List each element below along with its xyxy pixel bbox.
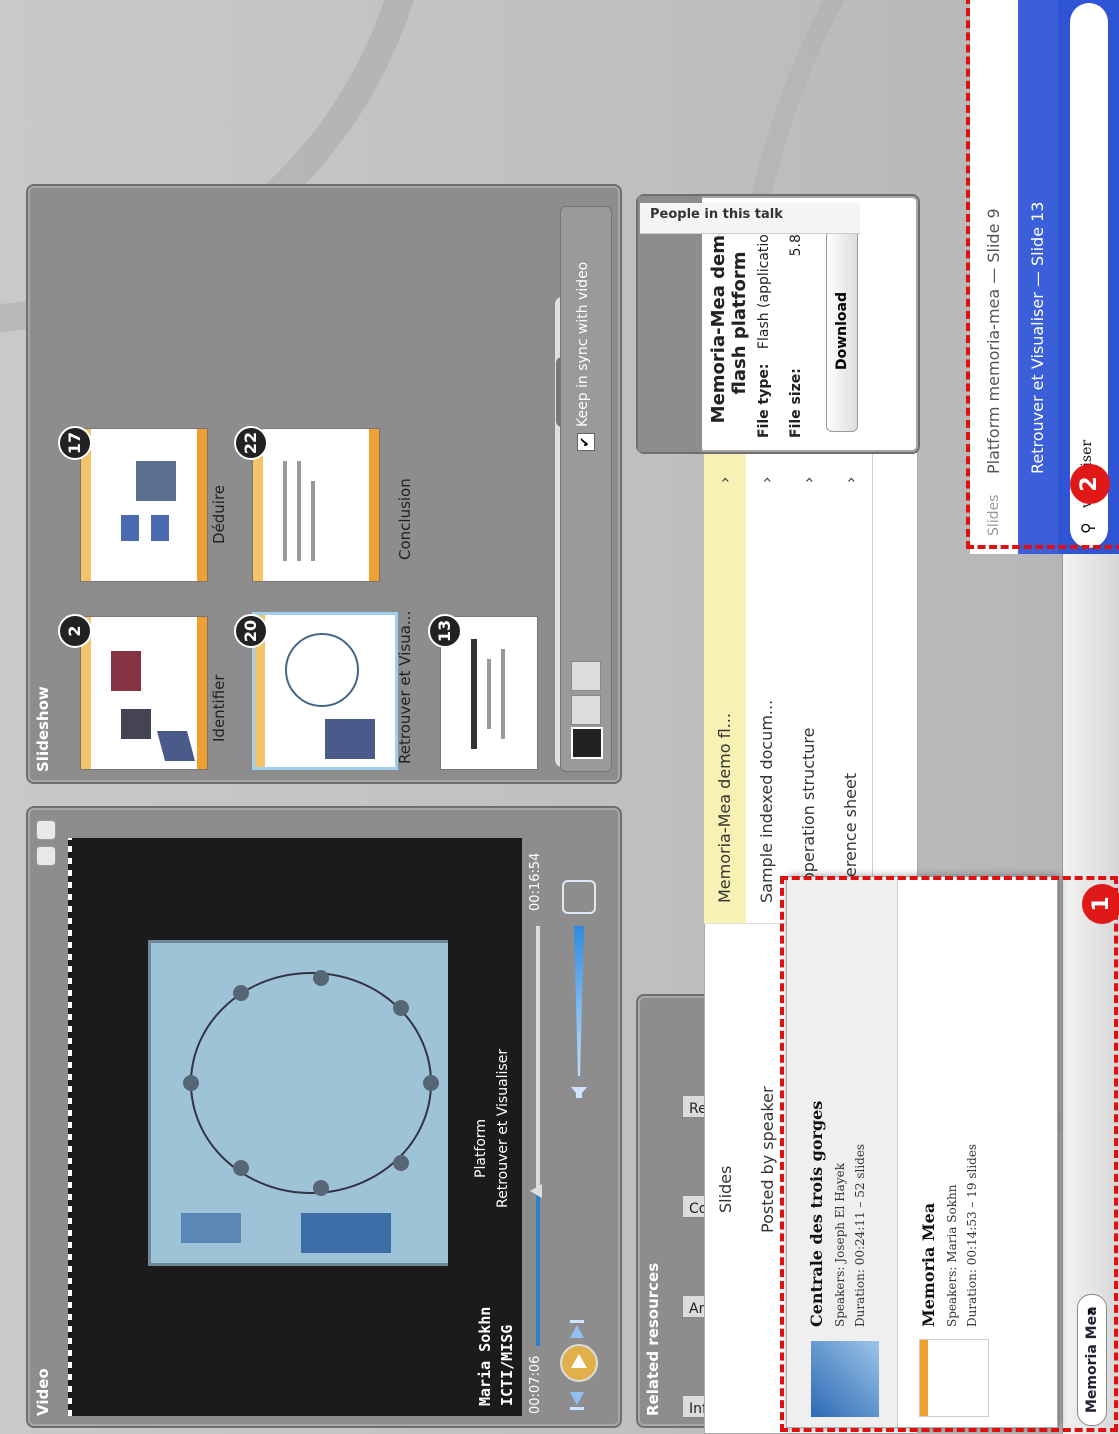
slideshow-panel-title: Slideshow (34, 686, 52, 772)
keep-sync-label: Keep in sync with video (575, 261, 591, 427)
film-edge (68, 838, 72, 1416)
slide-label: Identifier (210, 674, 228, 742)
resource-row-selected[interactable]: Memoria-Mea demo fl... › (704, 453, 747, 923)
file-type-label: File type: (756, 363, 772, 438)
seek-bar[interactable] (530, 926, 542, 1346)
video-player[interactable]: Maria Sokhn ICTI/MISG Platform Retrouver… (68, 838, 522, 1416)
single-view-icon[interactable] (571, 727, 603, 759)
speaker-affiliation: ICTI/MISG (498, 1324, 516, 1406)
detail-title: Memoria-Mea demo flash platform (708, 222, 750, 424)
fullscreen-icon[interactable] (562, 880, 596, 914)
slide-image (121, 709, 151, 739)
annotation-marker-1: 1 (1082, 884, 1119, 924)
slideshow-toolbar: ✔ Keep in sync with video (560, 206, 612, 772)
speaker-name: Maria Sokhn (476, 1306, 494, 1406)
related-resources-title: Related resources (644, 1262, 662, 1416)
slide-thumbnail[interactable] (80, 428, 208, 582)
slide-number-badge: 22 (234, 426, 268, 460)
seek-handle[interactable] (530, 1184, 542, 1198)
play-button[interactable] (560, 1344, 598, 1382)
panel-maximize-button[interactable] (36, 820, 56, 840)
annotation-box-1 (780, 876, 1118, 1432)
slide-text-line (283, 461, 287, 561)
slide-number-badge: 17 (58, 426, 92, 460)
resource-row[interactable]: Slides (705, 913, 748, 1433)
file-type-row: File type: Flash (application/... (756, 207, 772, 438)
detail-header-bg (638, 196, 702, 452)
row-title: Sample indexed docum... (757, 699, 776, 903)
resource-row[interactable]: Cooperation structure › (788, 453, 831, 923)
slide-number-badge: 20 (234, 614, 268, 648)
chevron-right-icon: › (757, 476, 776, 483)
slide-image (156, 731, 196, 761)
slide-image (285, 633, 359, 707)
slide-thumbnail[interactable] (80, 616, 208, 770)
grid-view-icon[interactable] (571, 695, 601, 725)
chevron-right-icon: › (715, 476, 734, 483)
slide-number-badge: 13 (428, 614, 462, 648)
list-view-icon[interactable] (571, 661, 601, 691)
projection-screen (148, 940, 454, 1266)
seek-progress (536, 1194, 540, 1346)
previous-icon[interactable] (566, 1390, 588, 1412)
play-icon (571, 1354, 587, 1368)
next-icon[interactable] (566, 1318, 588, 1340)
row-category: Slides (716, 1165, 735, 1213)
slide-text-line (311, 481, 315, 561)
volume-icon[interactable] (568, 1079, 590, 1101)
chevron-right-icon: › (841, 476, 860, 483)
annotation-marker-2: 2 (1070, 464, 1110, 504)
projected-slide-diagram (181, 970, 439, 1253)
slide-text-line (487, 659, 491, 729)
volume-slider[interactable] (574, 926, 584, 1076)
slide-label: Déduire (210, 484, 228, 544)
resource-detail-column: Memoria-Mea demo fl... › Sample indexed d… (704, 453, 916, 924)
slide-text-line (501, 649, 505, 739)
panel-minimize-button[interactable] (36, 846, 56, 866)
chevron-right-icon: › (799, 476, 818, 483)
slide-image (111, 651, 141, 691)
slide-number-badge: 2 (58, 614, 92, 648)
row-title: Memoria-Mea demo fl... (715, 713, 734, 903)
resource-row[interactable]: Sample indexed docum... › (746, 453, 789, 923)
total-time: 00:16:54 (528, 852, 543, 911)
slide-label: Retrouver et Visua... (396, 610, 414, 764)
video-panel-title: Video (34, 1368, 52, 1416)
memoria-mea-player: Video Maria Sokhn ICTI/MISG Platform Ret… (0, 0, 1119, 1434)
slide-thumbnail-selected[interactable] (252, 612, 398, 770)
slide-text-line (297, 461, 301, 561)
resource-row[interactable]: Reference sheet › (830, 453, 873, 923)
slide-label: Conclusion (396, 478, 414, 560)
caption-line-2: Retrouver et Visualiser (495, 1048, 511, 1208)
slide-image (151, 515, 169, 541)
detail-side-strip: People in this talk (640, 203, 860, 234)
screenshot-stage: Video Maria Sokhn ICTI/MISG Platform Ret… (0, 0, 1119, 1434)
slide-image (136, 461, 176, 501)
people-in-talk-label: People in this talk (650, 207, 783, 222)
slide-text-line (471, 639, 477, 749)
elapsed-time: 00:07:06 (528, 1355, 543, 1414)
file-size-label: File size: (788, 368, 804, 438)
slide-thumbnail[interactable] (252, 428, 380, 582)
slide-image (121, 515, 139, 541)
keep-sync-checkbox[interactable]: ✔ (577, 433, 595, 451)
download-button[interactable]: Download (826, 230, 858, 432)
caption-line-1: Platform (473, 1118, 489, 1178)
slide-image (325, 719, 375, 759)
file-size-row: File size: 5.8 MB (788, 208, 804, 438)
video-panel: Video Maria Sokhn ICTI/MISG Platform Ret… (26, 806, 622, 1428)
row-category: Posted by speaker (758, 1086, 777, 1233)
slideshow-panel: Slideshow 2 Identifier 20 Retrouver et V… (26, 184, 622, 784)
